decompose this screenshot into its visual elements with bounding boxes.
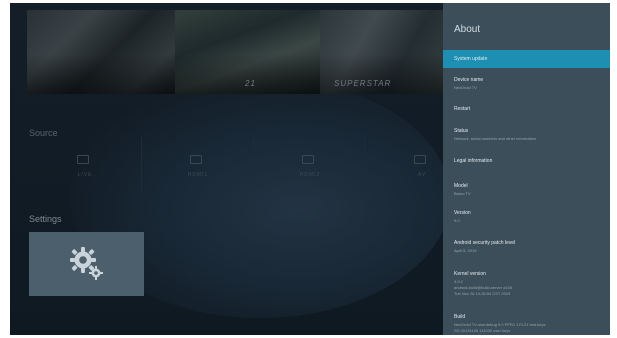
- menu-item-subtitle: NexDroid TV: [454, 85, 477, 90]
- menu-item-title: Version: [454, 210, 471, 216]
- menu-item-title: Restart: [454, 106, 471, 112]
- av-icon: [414, 155, 426, 164]
- featured-banner-1[interactable]: [27, 10, 175, 94]
- menu-item-title: System update: [454, 56, 488, 62]
- source-label: LIVE: [77, 172, 93, 178]
- source-label: HDMI2: [299, 172, 321, 178]
- hdmi-icon: [190, 155, 202, 164]
- home-screen: 21 SUPERSTAR Source LIVE HDMI1 HDMI2 AV …: [10, 3, 450, 335]
- banner-shade: [175, 54, 320, 94]
- menu-item-title: Legal information: [454, 158, 493, 164]
- menu-item-subtitle: android-build@build-server #106: [454, 285, 513, 290]
- menu-item-subtitle: 4.9.2: [454, 279, 463, 284]
- banner-tag: SUPERSTAR: [334, 79, 392, 88]
- settings-tile[interactable]: [29, 232, 144, 296]
- menu-item-title: Build: [454, 314, 466, 320]
- menu-item-title: Device name: [454, 77, 484, 83]
- featured-banner-3[interactable]: SUPERSTAR: [320, 10, 443, 94]
- banner-shade: [320, 54, 443, 94]
- menu-item-title: Kernel version: [454, 271, 486, 277]
- source-tile-hdmi1[interactable]: HDMI1: [141, 137, 254, 193]
- tv-display: 21 SUPERSTAR Source LIVE HDMI1 HDMI2 AV …: [10, 3, 610, 335]
- source-label: HDMI1: [187, 172, 209, 178]
- menu-item-subtitle: Network, serial numbers and other inform…: [454, 136, 537, 141]
- menu-item-title: Model: [454, 183, 468, 189]
- menu-item-title: Android security patch level: [454, 240, 516, 246]
- featured-banner-2[interactable]: 21: [175, 10, 320, 94]
- panel-title: About: [454, 24, 481, 35]
- settings-section-label: Settings: [29, 214, 62, 224]
- menu-item-system-update[interactable]: System update: [443, 50, 610, 68]
- source-tile-hdmi2[interactable]: HDMI2: [253, 137, 366, 193]
- menu-item-subtitle: Tue Nov 26 10:26:54 CST 2019: [454, 291, 511, 296]
- tv-icon: [77, 155, 89, 164]
- source-row: LIVE HDMI1 HDMI2 AV: [29, 137, 443, 193]
- banner-shade: [27, 54, 175, 94]
- menu-item-subtitle: April 5, 2019: [454, 248, 477, 253]
- menu-item-subtitle: Bravo TV: [454, 191, 471, 196]
- menu-item-subtitle: SD 20191126 111030 user keys: [454, 328, 511, 333]
- banner-tag: 21: [245, 79, 256, 88]
- menu-item-subtitle: 9.0: [454, 218, 460, 223]
- menu-item-subtitle: NexDroid TV-userdebug 9.0 PPR1 170.21 te…: [454, 322, 546, 327]
- source-tile-live[interactable]: LIVE: [29, 137, 141, 193]
- about-panel: About System update Device name NexDroid…: [443, 3, 610, 335]
- screen: 21 SUPERSTAR Source LIVE HDMI1 HDMI2 AV …: [0, 0, 617, 338]
- menu-item-title: Status: [454, 128, 469, 134]
- hdmi-icon: [302, 155, 314, 164]
- gear-icon: [70, 247, 103, 280]
